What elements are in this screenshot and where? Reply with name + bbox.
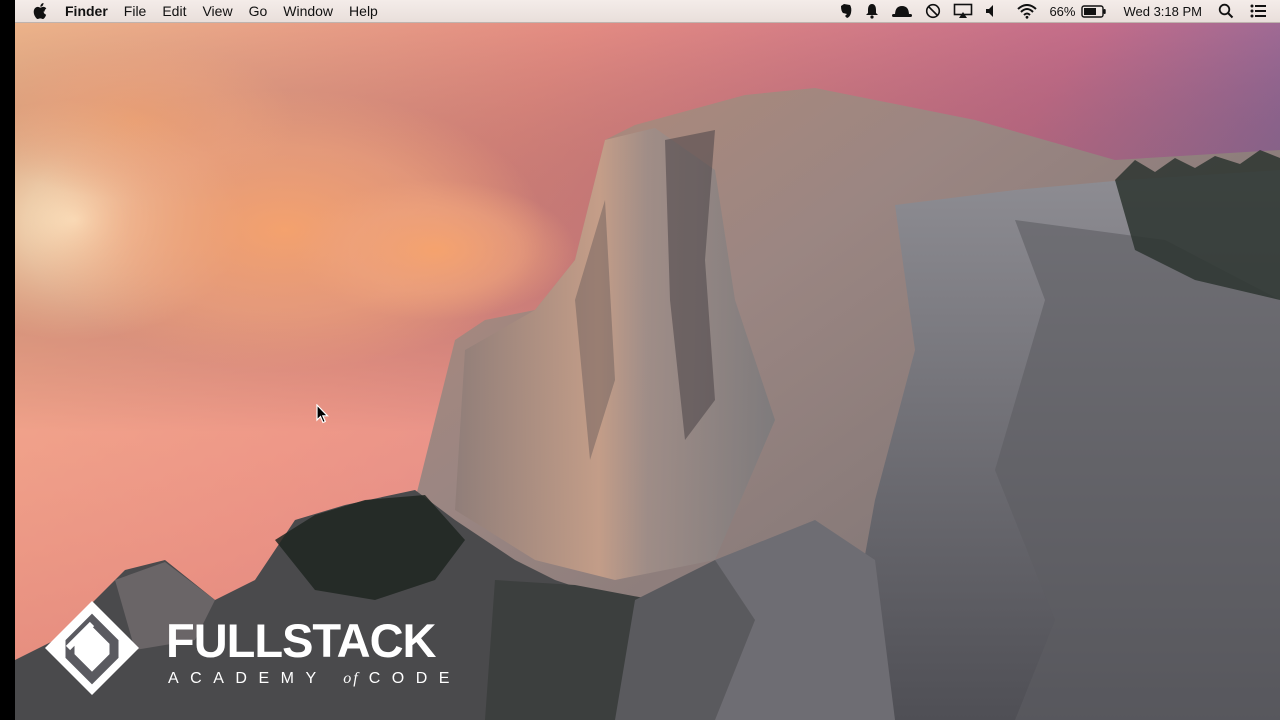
menu-finder[interactable]: Finder [57, 0, 116, 22]
menu-bar-left: Finder File Edit View Go Window Help [15, 0, 386, 22]
battery-percentage[interactable]: 66% [1043, 4, 1081, 19]
clock[interactable]: Wed 3:18 PM [1113, 4, 1212, 19]
menu-view[interactable]: View [194, 0, 240, 22]
logo-subtitle-of: of [343, 670, 360, 687]
notification-bell-icon[interactable] [859, 0, 885, 22]
menu-help[interactable]: Help [341, 0, 386, 22]
fullstack-academy-watermark: FULLSTACK ACADEMY of CODE [42, 598, 462, 698]
do-not-disturb-icon[interactable] [919, 0, 947, 22]
battery-icon[interactable] [1081, 0, 1113, 22]
logo-subtitle-academy: ACADEMY [168, 670, 328, 687]
hat-icon[interactable] [885, 0, 919, 22]
menu-bar-status: 66% Wed 3:18 PM [833, 0, 1280, 22]
menu-window[interactable]: Window [275, 0, 341, 22]
logo-title: FULLSTACK [166, 614, 436, 667]
menu-edit[interactable]: Edit [154, 0, 194, 22]
apple-logo-icon[interactable] [15, 3, 57, 19]
notification-center-icon[interactable] [1240, 0, 1272, 22]
mouse-pointer-icon [316, 404, 329, 424]
evernote-icon[interactable] [833, 0, 859, 22]
menu-file[interactable]: File [116, 0, 155, 22]
airplay-icon[interactable] [947, 0, 979, 22]
spotlight-search-icon[interactable] [1212, 0, 1240, 22]
volume-icon[interactable] [979, 0, 1003, 22]
logo-subtitle-code: CODE [368, 670, 461, 687]
logo-subtitle: ACADEMY of CODE [168, 670, 461, 688]
wifi-icon[interactable] [1003, 0, 1043, 22]
menu-go[interactable]: Go [241, 0, 276, 22]
fullstack-logo-icon [45, 601, 139, 695]
menu-bar: Finder File Edit View Go Window Help 66% [15, 0, 1280, 23]
